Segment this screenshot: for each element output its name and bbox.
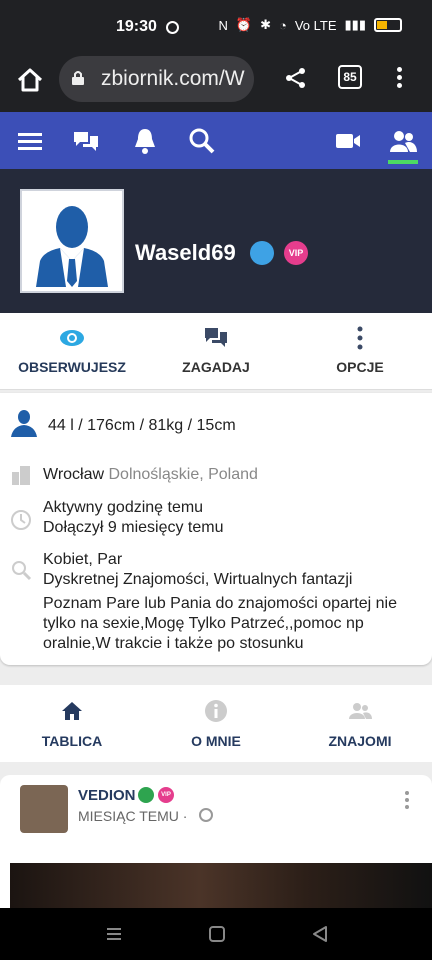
friends-icon [349, 703, 372, 719]
profile-header: Waseld69 VIP [0, 169, 432, 313]
profile-tabs: TABLICA O MNIE ZNAJOMI [0, 685, 432, 762]
video-camera-icon[interactable] [333, 126, 363, 156]
recent-apps-icon[interactable] [105, 925, 123, 943]
network-type: Vo LTE [294, 17, 337, 33]
tab-wall-label: TABLICA [41, 733, 103, 749]
talk-label: ZAGADAJ [182, 359, 250, 375]
lock-icon [72, 71, 84, 85]
observe-button[interactable]: OBSERWUJESZ [0, 313, 144, 389]
post-time: MIESIĄC TEMU · [78, 808, 188, 824]
building-icon [12, 466, 30, 485]
location-text: Wrocław Dolnośląskie, Poland [43, 465, 424, 485]
post-image[interactable] [10, 863, 432, 908]
site-nav-bar [0, 112, 432, 169]
messages-icon[interactable] [71, 126, 101, 156]
signal-icon: ▮▮▮ [344, 17, 366, 32]
nfc-icon: N [218, 17, 228, 33]
tab-about[interactable]: O MNIE [144, 685, 288, 762]
users-icon[interactable] [388, 126, 418, 156]
home-icon [62, 702, 82, 720]
tabs-count-button[interactable]: 85 [338, 65, 362, 89]
description-text: Poznam Pare lub Pania do znajomości opar… [43, 595, 397, 652]
battery-icon [374, 18, 402, 32]
verified-icon [138, 787, 154, 803]
home-icon[interactable] [16, 66, 44, 94]
post-card: VEDION VIP MIESIĄC TEMU · [0, 775, 432, 908]
purpose-text: Dyskretnej Znajomości, Wirtualnych fanta… [43, 571, 353, 588]
active-nav-indicator [388, 160, 418, 164]
browser-menu-icon[interactable] [395, 67, 403, 91]
tab-friends-label: ZNAJOMI [328, 733, 392, 749]
talk-button[interactable]: ZAGADAJ [144, 313, 288, 389]
post-author-name[interactable]: VEDION [78, 787, 136, 804]
alarm-icon: ⏰ [235, 17, 253, 32]
region-text: Dolnośląskie, Poland [108, 466, 258, 483]
url-text: zbiornik.com/W [101, 67, 245, 90]
profile-info-card: 44 l / 176cm / 81kg / 15cm Wrocław Dolno… [0, 393, 432, 665]
android-nav-bar [0, 908, 432, 960]
avatar[interactable] [20, 189, 124, 293]
search-small-icon [12, 561, 32, 581]
hamburger-menu-icon[interactable] [15, 126, 45, 156]
post-more-icon[interactable] [404, 791, 410, 811]
chrome-notification-icon [166, 21, 179, 34]
default-avatar-icon [30, 197, 114, 287]
vip-badge: VIP [284, 241, 308, 265]
notifications-bell-icon[interactable] [130, 126, 160, 156]
looking-for-text: Kobiet, Par [43, 551, 123, 568]
home-square-icon[interactable] [208, 925, 226, 943]
observe-label: OBSERWUJESZ [18, 359, 126, 375]
options-button[interactable]: OPCJE [288, 313, 432, 389]
chat-icon [205, 328, 227, 347]
wifi-icon: ◔ [278, 17, 287, 33]
browser-toolbar: zbiornik.com/W 85 [0, 56, 432, 112]
address-bar[interactable]: zbiornik.com/W [59, 56, 254, 102]
city-text: Wrocław [43, 466, 105, 483]
system-icons: N ⏰ ✱ ◔ Vo LTE ▮▮▮ [218, 17, 402, 33]
profile-actions: OBSERWUJESZ ZAGADAJ OPCJE [0, 313, 432, 390]
more-vertical-icon [357, 326, 363, 350]
stats-text: 44 l / 176cm / 81kg / 15cm [48, 417, 236, 434]
person-icon [11, 410, 37, 437]
joined-text: Dołączył 9 miesięcy temu [43, 519, 224, 536]
couple-badge-icon [250, 241, 274, 265]
tab-about-label: O MNIE [191, 733, 241, 749]
clock-icon [11, 510, 31, 530]
back-icon[interactable] [311, 925, 329, 943]
tab-friends[interactable]: ZNAJOMI [288, 685, 432, 762]
search-icon[interactable] [187, 126, 217, 156]
globe-icon [199, 808, 213, 822]
eye-icon [60, 330, 84, 346]
bluetooth-icon: ✱ [260, 17, 271, 32]
post-vip-badge: VIP [158, 787, 174, 803]
tab-wall[interactable]: TABLICA [0, 685, 144, 762]
activity-text: Aktywny godzinę temu [43, 499, 204, 516]
status-time: 19:30 [116, 18, 157, 35]
profile-username: Waseld69 [135, 240, 236, 265]
post-author-avatar[interactable] [20, 785, 68, 833]
options-label: OPCJE [336, 359, 384, 375]
android-status-bar: 19:30 N ⏰ ✱ ◔ Vo LTE ▮▮▮ [0, 0, 432, 56]
info-icon [205, 700, 227, 722]
share-icon[interactable] [284, 66, 308, 90]
